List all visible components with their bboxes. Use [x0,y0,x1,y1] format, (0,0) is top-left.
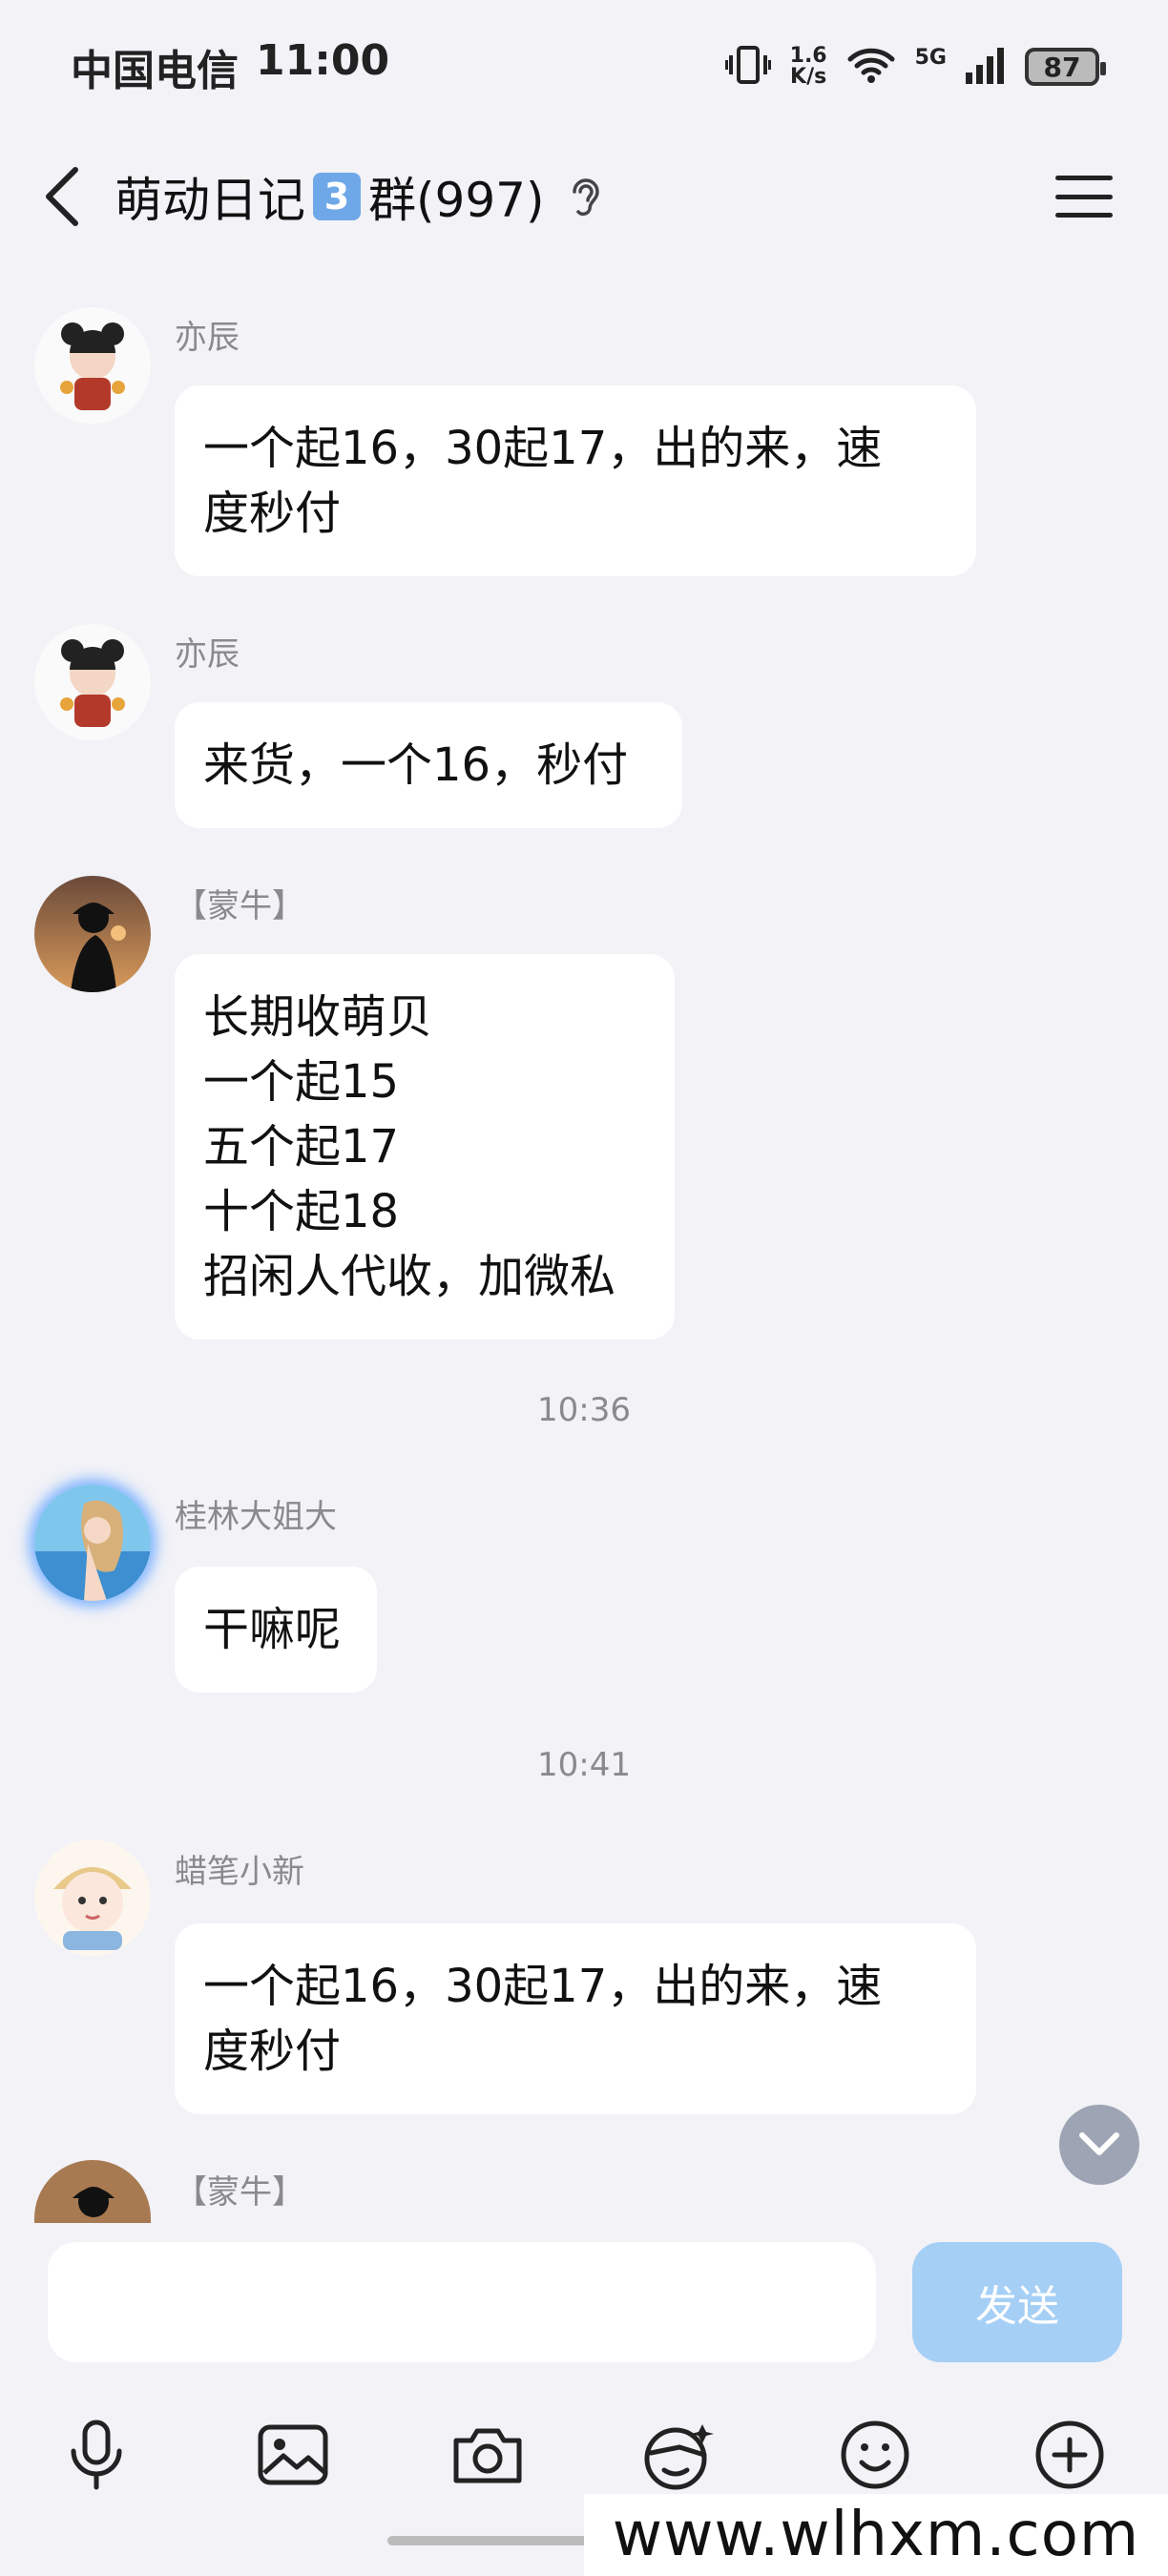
clock: 11:00 [256,36,390,85]
watermark: www.wlhxm.com [584,2494,1168,2576]
ear-icon[interactable] [569,173,607,220]
image-icon[interactable] [250,2412,336,2498]
message-bubble[interactable]: 干嘛呢 [175,1567,377,1693]
network-speed: 1.6 K/s [789,44,827,89]
sender-name: 亦辰 [175,635,240,674]
wifi-icon [846,46,896,88]
avatar[interactable] [34,307,151,424]
menu-icon [1055,176,1113,180]
sender-name: 蜡笔小新 [175,1853,304,1891]
signal-icon [966,46,1006,88]
vibrate-icon [723,44,772,90]
sender-name: 【蒙牛】 [175,2173,304,2212]
status-bar: 中国电信 11:00 1.6 K/s 5G 87 [0,0,1168,134]
carrier: 中国电信 [71,47,239,95]
microphone-icon[interactable] [53,2412,139,2498]
avatar[interactable] [34,2160,151,2223]
sticker-mask-icon[interactable] [636,2412,721,2498]
message-input[interactable] [48,2242,876,2362]
menu-button[interactable] [1053,168,1115,225]
sender-name: 亦辰 [175,319,240,357]
timestamp: 10:36 [537,1391,631,1429]
status-icons: 1.6 K/s 5G 87 [723,44,1106,90]
sender-name: 桂林大姐大 [175,1498,337,1536]
avatar[interactable] [34,1839,151,1956]
emoji-icon[interactable] [832,2412,918,2498]
camera-icon[interactable] [445,2412,531,2498]
battery-icon: 87 [1025,48,1106,86]
message-bubble[interactable]: 一个起16，30起17，出的来，速 度秒付 [175,1923,976,2114]
plus-icon[interactable] [1027,2412,1113,2498]
chat-header: 萌动日记 3 群(997) [0,134,1168,260]
chat-title: 萌动日记 3 群(997) [115,162,607,231]
sender-name: 【蒙牛】 [175,887,304,925]
battery-level: 87 [1043,51,1081,83]
message-bubble[interactable]: 来货，一个16，秒付 [175,702,682,828]
chevron-left-icon [46,167,78,226]
back-button[interactable] [38,163,86,230]
chevron-down-icon [1079,2132,1119,2155]
avatar[interactable] [34,1485,151,1601]
scroll-to-bottom-button[interactable] [1059,2105,1139,2185]
network-type: 5G [914,46,947,70]
avatar[interactable] [34,624,151,740]
status-left: 中国电信 11:00 [71,36,389,97]
message-bubble[interactable]: 长期收萌贝 一个起15 五个起17 十个起18 招闲人代收，加微私 [175,954,675,1340]
send-button[interactable]: 发送 [912,2242,1122,2362]
number-emoji: 3 [313,173,361,220]
timestamp: 10:41 [537,1746,631,1784]
message-bubble[interactable]: 一个起16，30起17，出的来，速 度秒付 [175,385,976,576]
avatar[interactable] [34,876,151,992]
